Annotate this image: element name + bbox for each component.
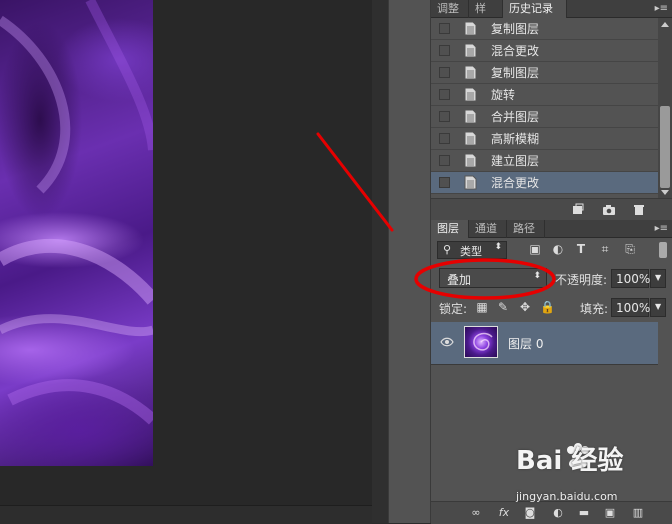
lock-label: 锁定: — [439, 302, 468, 316]
tab-channels[interactable]: 通道 — [469, 220, 507, 238]
layers-tabbar: 图层 通道 路径 ▸≡ — [431, 220, 672, 238]
document-icon — [464, 109, 477, 124]
history-item[interactable]: 复制图层 — [431, 62, 658, 84]
layer-filter-row: ⚲ 类型 ⬍ ▣ ◐ T ⌗ ⎘ — [431, 240, 672, 262]
camera-icon[interactable] — [602, 203, 616, 216]
document-icon — [464, 175, 477, 190]
snapshot-source-checkbox[interactable] — [439, 23, 450, 34]
snapshot-source-checkbox[interactable] — [439, 67, 450, 78]
trash-icon[interactable] — [632, 203, 646, 216]
blend-mode-dropdown[interactable]: 叠加 ⬍ — [439, 268, 547, 288]
scroll-down-arrow-icon[interactable] — [661, 190, 669, 195]
history-item[interactable]: 高斯模糊 — [431, 128, 658, 150]
canvas-image-purple-swirl[interactable] — [0, 0, 153, 466]
snapshot-source-checkbox[interactable] — [439, 177, 450, 188]
history-item[interactable]: 合并图层 — [431, 106, 658, 128]
history-footer — [431, 198, 672, 221]
blend-mode-value: 叠加 — [447, 273, 472, 287]
baidu-watermark: Bai 经验 jingyan.baidu.com — [516, 440, 666, 510]
dropdown-arrows-icon: ⬍ — [494, 242, 502, 252]
lock-all-icon[interactable]: 🔒 — [540, 300, 555, 314]
lock-fill-row: 锁定: ▦ ✎ ✥ 🔒 填充: 100% ▼ — [431, 296, 672, 320]
fill-input[interactable]: 100% — [611, 298, 651, 317]
history-tabbar: 调整 样式 历史记录 ▸≡ — [431, 0, 672, 33]
swirl-thumbnail — [473, 332, 493, 351]
layer-thumbnail — [464, 326, 498, 358]
canvas-area[interactable] — [0, 0, 388, 524]
document-icon — [464, 131, 477, 146]
link-icon[interactable]: ∞ — [469, 506, 483, 519]
snapshot-source-checkbox[interactable] — [439, 133, 450, 144]
history-item-label: 高斯模糊 — [491, 132, 540, 146]
filter-toggle-switch[interactable] — [659, 242, 667, 258]
watermark-url: jingyan.baidu.com — [516, 490, 618, 503]
lock-transparent-icon[interactable]: ▦ — [475, 300, 489, 314]
opacity-input[interactable]: 100% — [611, 269, 651, 288]
history-item-label: 合并图层 — [491, 110, 540, 124]
blend-opacity-row: 叠加 ⬍ 不透明度: 100% ▼ — [431, 266, 672, 292]
image-filter-icon[interactable]: ▣ — [528, 242, 542, 256]
smart-filter-icon[interactable]: ⎘ — [623, 242, 637, 256]
tab-paths[interactable]: 路径 — [507, 220, 545, 238]
history-item-label: 混合更改 — [491, 176, 540, 190]
document-icon — [464, 65, 477, 80]
fill-label: 填充: — [580, 302, 609, 316]
tab-history[interactable]: 历史记录 — [503, 0, 567, 18]
filter-type-value: 类型 — [460, 245, 482, 258]
history-item[interactable]: 混合更改 — [431, 40, 658, 62]
new-doc-icon[interactable] — [571, 203, 585, 216]
adjust-filter-icon[interactable]: ◐ — [551, 242, 565, 256]
dropdown-arrows-icon: ⬍ — [533, 271, 541, 281]
scroll-up-arrow-icon[interactable] — [661, 22, 669, 27]
tab-layers[interactable]: 图层 — [431, 220, 469, 238]
history-item-label: 复制图层 — [491, 22, 540, 36]
snapshot-source-checkbox[interactable] — [439, 111, 450, 122]
swirl-texture — [0, 0, 153, 425]
snapshot-source-checkbox[interactable] — [439, 89, 450, 100]
collapsed-panel-column — [388, 0, 431, 523]
search-icon: ⚲ — [443, 243, 452, 256]
opacity-value: 100% — [616, 272, 651, 286]
tab-adjustments[interactable]: 调整 — [431, 0, 469, 18]
history-item[interactable]: 建立图层 — [431, 150, 658, 172]
fill-dropdown-button[interactable]: ▼ — [650, 298, 666, 317]
lock-move-icon[interactable]: ✥ — [518, 300, 532, 314]
text-filter-icon[interactable]: T — [574, 242, 588, 256]
shape-filter-icon[interactable]: ⌗ — [598, 242, 612, 256]
document-icon — [464, 43, 477, 58]
history-item-label: 复制图层 — [491, 66, 540, 80]
layer-name: 图层 0 — [508, 337, 544, 351]
history-item-selected[interactable]: 混合更改 — [431, 172, 658, 194]
history-item-label: 建立图层 — [491, 154, 540, 168]
opacity-dropdown-button[interactable]: ▼ — [650, 269, 666, 288]
lock-paint-icon[interactable]: ✎ — [496, 300, 510, 314]
history-item-label: 混合更改 — [491, 44, 540, 58]
history-item[interactable]: 复制图层 — [431, 18, 658, 40]
history-item[interactable]: 旋转 — [431, 84, 658, 106]
menu-icon[interactable]: ▸≡ — [654, 223, 668, 235]
fill-value: 100% — [616, 301, 651, 315]
snapshot-source-checkbox[interactable] — [439, 45, 450, 56]
menu-icon[interactable]: ▸≡ — [654, 3, 668, 15]
canvas-vertical-scrollbar[interactable] — [372, 0, 388, 523]
watermark-main-text: Bai 经验 — [516, 446, 624, 476]
history-scroll-thumb[interactable] — [660, 106, 670, 188]
fx-icon[interactable]: fx — [497, 506, 511, 519]
chevron-down-icon: ▼ — [655, 302, 662, 311]
opacity-label: 不透明度: — [555, 273, 608, 287]
document-icon — [464, 153, 477, 168]
document-icon — [464, 87, 477, 102]
chevron-down-icon: ▼ — [655, 273, 662, 282]
canvas-horizontal-scrollbar[interactable] — [0, 505, 372, 524]
snapshot-source-checkbox[interactable] — [439, 155, 450, 166]
history-item-label: 旋转 — [491, 88, 516, 102]
history-list: 复制图层 混合更改 复制图层 旋转 合并图层 高斯模糊 建立图层 混合更改 — [431, 18, 658, 198]
document-icon — [464, 21, 477, 36]
history-scrollbar[interactable] — [658, 18, 672, 198]
filter-type-dropdown[interactable]: ⚲ 类型 ⬍ — [437, 241, 507, 259]
eye-icon[interactable] — [440, 337, 454, 347]
layer-row-selected[interactable]: 图层 0 — [431, 322, 658, 365]
tab-styles[interactable]: 样式 — [469, 0, 503, 33]
